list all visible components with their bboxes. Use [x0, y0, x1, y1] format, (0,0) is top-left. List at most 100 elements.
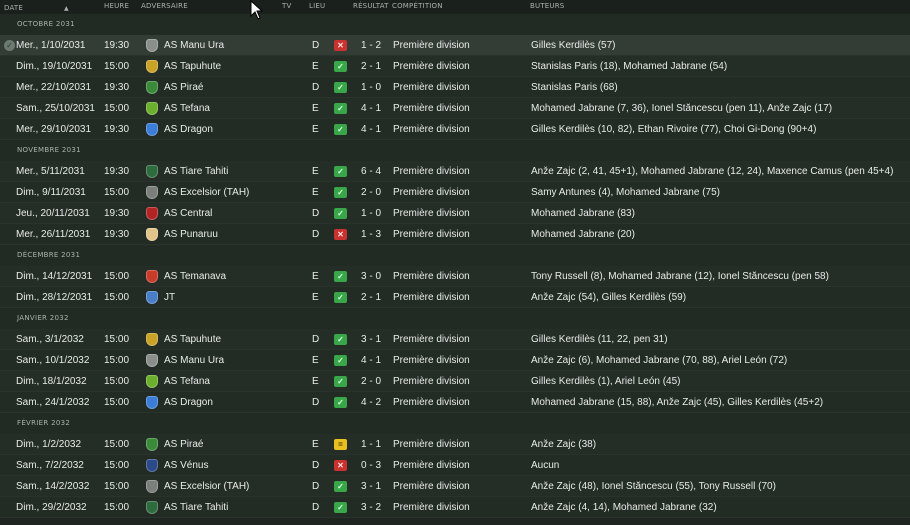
opponent-name[interactable]: AS Tapuhute — [164, 56, 221, 77]
competition-name[interactable]: Première division — [393, 392, 470, 413]
match-score[interactable]: 4 - 1 — [361, 350, 381, 371]
competition-name[interactable]: Première division — [393, 350, 470, 371]
competition-name[interactable]: Première division — [393, 497, 470, 518]
club-crest-icon[interactable] — [146, 165, 158, 178]
match-row[interactable]: Dim., 14/12/2031 15:00 AS Temanava E ✓ 3 - 0 P… — [0, 266, 910, 287]
match-score[interactable]: 4 - 1 — [361, 119, 381, 140]
club-crest-icon[interactable] — [146, 501, 158, 514]
competition-name[interactable]: Première division — [393, 98, 470, 119]
opponent-name[interactable]: AS Dragon — [164, 119, 213, 140]
match-score[interactable]: 3 - 0 — [361, 266, 381, 287]
match-date[interactable]: Sam., 10/1/2032 — [16, 350, 89, 371]
match-date[interactable]: Dim., 1/2/2032 — [16, 434, 81, 455]
match-score[interactable]: 1 - 2 — [361, 35, 381, 56]
opponent-name[interactable]: AS Tefana — [164, 98, 210, 119]
match-date[interactable]: Dim., 28/12/2031 — [16, 287, 92, 308]
competition-name[interactable]: Première division — [393, 224, 470, 245]
column-header-competition[interactable]: COMPÉTITION — [392, 2, 443, 10]
match-date[interactable]: Mer., 1/10/2031 — [16, 35, 86, 56]
club-crest-icon[interactable] — [146, 438, 158, 451]
competition-name[interactable]: Première division — [393, 182, 470, 203]
competition-name[interactable]: Première division — [393, 455, 470, 476]
match-score[interactable]: 2 - 1 — [361, 56, 381, 77]
match-row[interactable]: Sam., 14/2/2032 15:00 AS Excelsior (TAH) D ✓… — [0, 476, 910, 497]
opponent-name[interactable]: AS Excelsior (TAH) — [164, 182, 249, 203]
match-date[interactable]: Mer., 26/11/2031 — [16, 224, 90, 245]
match-score[interactable]: 2 - 0 — [361, 182, 381, 203]
club-crest-icon[interactable] — [146, 480, 158, 493]
opponent-name[interactable]: AS Central — [164, 203, 212, 224]
club-crest-icon[interactable] — [146, 207, 158, 220]
club-crest-icon[interactable] — [146, 354, 158, 367]
sort-up-arrow-icon[interactable]: ▲ — [64, 5, 69, 12]
match-row[interactable]: Dim., 29/2/2032 15:00 AS Tiare Tahiti D ✓ 3 -… — [0, 497, 910, 518]
opponent-name[interactable]: AS Piraé — [164, 434, 203, 455]
club-crest-icon[interactable] — [146, 333, 158, 346]
match-score[interactable]: 0 - 3 — [361, 455, 381, 476]
match-score[interactable]: 3 - 1 — [361, 476, 381, 497]
competition-name[interactable]: Première division — [393, 476, 470, 497]
club-crest-icon[interactable] — [146, 186, 158, 199]
club-crest-icon[interactable] — [146, 270, 158, 283]
opponent-name[interactable]: AS Manu Ura — [164, 350, 224, 371]
match-date[interactable]: Dim., 9/11/2031 — [16, 182, 86, 203]
opponent-name[interactable]: AS Vénus — [164, 455, 208, 476]
match-row[interactable]: ✓ Mer., 1/10/2031 19:30 AS Manu Ura D ✕ 1 - 2 P… — [0, 35, 910, 56]
club-crest-icon[interactable] — [146, 123, 158, 136]
club-crest-icon[interactable] — [146, 39, 158, 52]
match-score[interactable]: 6 - 4 — [361, 161, 381, 182]
match-row[interactable]: Mer., 22/10/2031 19:30 AS Piraé D ✓ 1 - 0 Prem… — [0, 77, 910, 98]
competition-name[interactable]: Première division — [393, 434, 470, 455]
club-crest-icon[interactable] — [146, 81, 158, 94]
match-row[interactable]: Jeu., 20/11/2031 19:30 AS Central D ✓ 1 - 0 Pr… — [0, 203, 910, 224]
match-row[interactable]: Dim., 1/2/2032 15:00 AS Piraé E = 1 - 1 Premiè… — [0, 434, 910, 455]
competition-name[interactable]: Première division — [393, 119, 470, 140]
match-score[interactable]: 1 - 1 — [361, 434, 381, 455]
club-crest-icon[interactable] — [146, 60, 158, 73]
competition-name[interactable]: Première division — [393, 329, 470, 350]
match-score[interactable]: 2 - 0 — [361, 371, 381, 392]
club-crest-icon[interactable] — [146, 228, 158, 241]
match-row[interactable]: Sam., 3/1/2032 15:00 AS Tapuhute D ✓ 3 - 1 Pre… — [0, 329, 910, 350]
competition-name[interactable]: Première division — [393, 203, 470, 224]
match-score[interactable]: 3 - 2 — [361, 497, 381, 518]
competition-name[interactable]: Première division — [393, 287, 470, 308]
match-row[interactable]: Mer., 29/10/2031 19:30 AS Dragon E ✓ 4 - 1 Pre… — [0, 119, 910, 140]
competition-name[interactable]: Première division — [393, 77, 470, 98]
match-row[interactable]: Mer., 5/11/2031 19:30 AS Tiare Tahiti E ✓ 6 -… — [0, 161, 910, 182]
club-crest-icon[interactable] — [146, 396, 158, 409]
club-crest-icon[interactable] — [146, 375, 158, 388]
match-date[interactable]: Mer., 29/10/2031 — [16, 119, 91, 140]
competition-name[interactable]: Première division — [393, 56, 470, 77]
club-crest-icon[interactable] — [146, 102, 158, 115]
match-row[interactable]: Dim., 18/1/2032 15:00 AS Tefana E ✓ 2 - 0 Prem… — [0, 371, 910, 392]
competition-name[interactable]: Première division — [393, 266, 470, 287]
opponent-name[interactable]: AS Punaruu — [164, 224, 218, 245]
match-date[interactable]: Mer., 22/10/2031 — [16, 77, 91, 98]
match-row[interactable]: Dim., 28/12/2031 15:00 JT E ✓ 2 - 1 Première d… — [0, 287, 910, 308]
opponent-name[interactable]: AS Temanava — [164, 266, 226, 287]
club-crest-icon[interactable] — [146, 291, 158, 304]
match-date[interactable]: Dim., 14/12/2031 — [16, 266, 92, 287]
match-date[interactable]: Sam., 3/1/2032 — [16, 329, 84, 350]
match-date[interactable]: Mer., 5/11/2031 — [16, 161, 85, 182]
match-score[interactable]: 1 - 3 — [361, 224, 381, 245]
match-score[interactable]: 2 - 1 — [361, 287, 381, 308]
match-row[interactable]: Sam., 25/10/2031 15:00 AS Tefana E ✓ 4 - 1 Pre… — [0, 98, 910, 119]
opponent-name[interactable]: AS Tiare Tahiti — [164, 497, 228, 518]
match-date[interactable]: Dim., 19/10/2031 — [16, 56, 92, 77]
match-score[interactable]: 1 - 0 — [361, 203, 381, 224]
opponent-name[interactable]: AS Excelsior (TAH) — [164, 476, 249, 497]
match-row[interactable]: Sam., 7/2/2032 15:00 AS Vénus D ✕ 0 - 3 Premiè… — [0, 455, 910, 476]
column-header-venue[interactable]: LIEU — [309, 2, 325, 10]
match-row[interactable]: Sam., 24/1/2032 15:00 AS Dragon D ✓ 4 - 2 Prem… — [0, 392, 910, 413]
competition-name[interactable]: Première division — [393, 371, 470, 392]
match-score[interactable]: 4 - 1 — [361, 98, 381, 119]
column-header-opponent[interactable]: ADVERSAIRE — [141, 2, 188, 10]
opponent-name[interactable]: JT — [164, 287, 175, 308]
column-header-scorers[interactable]: BUTEURS — [530, 2, 564, 10]
match-score[interactable]: 4 - 2 — [361, 392, 381, 413]
competition-name[interactable]: Première division — [393, 35, 470, 56]
column-header-result[interactable]: RÉSULTAT — [353, 2, 389, 10]
match-score[interactable]: 3 - 1 — [361, 329, 381, 350]
